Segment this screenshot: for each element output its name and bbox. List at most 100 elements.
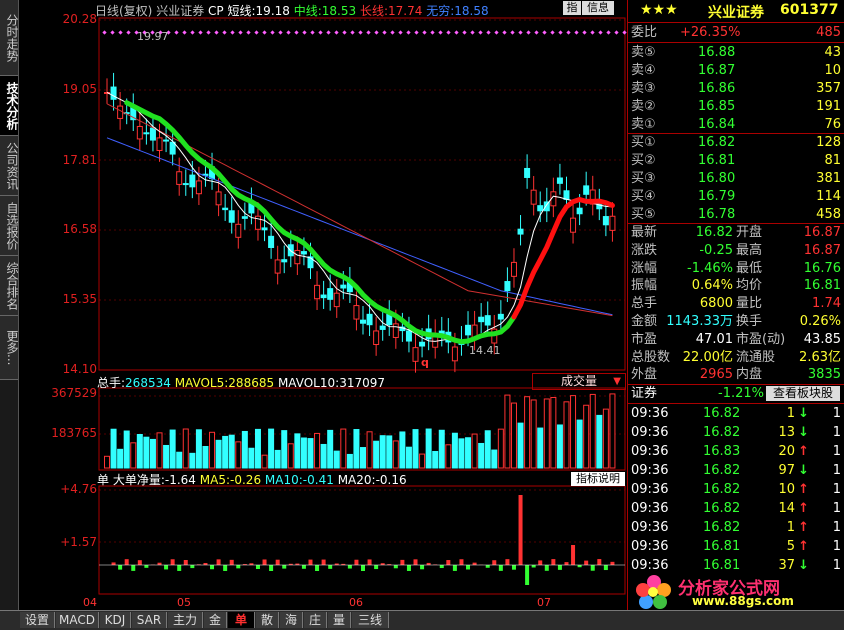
flow-bar xyxy=(558,565,562,570)
flow-bar xyxy=(315,565,319,571)
flower-logo-icon xyxy=(634,572,674,610)
volume-bar xyxy=(354,430,359,468)
buys-level-price: 16.78 xyxy=(698,206,735,224)
view-sector-stocks-button[interactable]: 查看板块股 xyxy=(766,386,840,401)
signal-dot xyxy=(534,30,538,34)
tick-volume: 5 xyxy=(787,537,795,556)
left-tab-5[interactable]: 综合排名 xyxy=(0,256,18,316)
signal-dot xyxy=(342,30,346,34)
indicator-help-button[interactable]: 指标说明 xyxy=(571,472,625,486)
chart-area[interactable]: 日线(复权) 兴业证券 CP 短线:19.18 中线:18.53 长线:17.7… xyxy=(19,0,627,610)
flow-bar xyxy=(473,563,477,565)
mid-line-value: 18.53 xyxy=(322,4,356,18)
left-tab-2[interactable]: 技术分析 xyxy=(0,76,18,136)
quote-panel: ★★★ 兴业证券 601377 委比 +26.35% 485 卖⑤ 16.88 … xyxy=(627,0,844,610)
bottom-tab-1[interactable]: 设置 xyxy=(20,612,55,628)
bottom-tab-11[interactable]: 量 xyxy=(328,612,351,628)
sector-pct: -1.21% xyxy=(718,385,764,403)
volume-bar xyxy=(538,428,543,468)
sells-level-volume: 191 xyxy=(816,98,841,116)
red-ma-line xyxy=(107,104,612,316)
bottom-tab-5[interactable]: 主力 xyxy=(168,612,203,628)
flow-bar xyxy=(446,560,450,565)
left-tab-1[interactable]: 分时走势 xyxy=(0,0,18,76)
price-axis-label: 16.58 xyxy=(19,222,97,236)
signal-dot xyxy=(526,30,530,34)
signal-dot xyxy=(590,30,594,34)
info-button[interactable]: 信息 xyxy=(582,1,614,15)
flow-bar xyxy=(492,560,496,565)
quote-row: 振幅 0.64% 均价 16.81 xyxy=(628,277,844,295)
bottom-tab-3[interactable]: KDJ xyxy=(100,612,131,628)
bottom-tab-7[interactable]: 单 xyxy=(228,612,255,628)
volume-bar xyxy=(105,456,110,468)
bottom-tab-6[interactable]: 金 xyxy=(204,612,227,628)
stock-name-label: 兴业证券 xyxy=(156,4,204,18)
signal-dot xyxy=(422,30,426,34)
candle-body xyxy=(485,316,490,325)
signal-dot xyxy=(398,30,402,34)
left-tab-3[interactable]: 公司资讯 xyxy=(0,136,18,196)
bottom-tab-8[interactable]: 散 xyxy=(256,612,279,628)
sells-level-4: 卖② 16.85 191 xyxy=(628,98,844,116)
candle-body xyxy=(374,331,379,345)
flow-bar xyxy=(584,561,588,565)
signal-dot xyxy=(246,30,250,34)
flow-bar xyxy=(348,565,352,569)
volume-bar xyxy=(557,425,562,468)
signal-dot xyxy=(190,30,194,34)
up-arrow-icon: ↑ xyxy=(798,482,809,497)
buys-level-label: 买③ xyxy=(631,170,656,188)
white-ma-line xyxy=(107,92,612,341)
flow-bar xyxy=(263,559,267,565)
volume-bar xyxy=(571,396,576,468)
flow-bar xyxy=(610,562,614,565)
total-volume-value: 268534 xyxy=(125,376,171,390)
quote-label: 外盘 xyxy=(631,366,657,384)
order-ratio-diff: 485 xyxy=(816,24,841,42)
tick-row: 09:36 16.81 5 ↑ 1 xyxy=(628,537,844,556)
tick-time: 09:36 xyxy=(631,499,668,518)
flow-bar xyxy=(591,565,595,571)
bottom-tab-9[interactable]: 海 xyxy=(280,612,303,628)
bottom-tab-2[interactable]: MACD xyxy=(56,612,99,628)
signal-dot xyxy=(470,30,474,34)
flow-bar xyxy=(112,562,116,565)
left-tab-6[interactable]: 更多... xyxy=(0,316,18,380)
price-panel-frame xyxy=(99,18,625,370)
volume-bar xyxy=(334,451,339,468)
volume-bar xyxy=(374,441,379,468)
indicator-button[interactable]: 指 xyxy=(563,1,581,15)
candle-body xyxy=(413,348,418,362)
candle-body xyxy=(295,250,300,263)
candle-body xyxy=(538,206,543,211)
bottom-tab-12[interactable]: 三线 xyxy=(352,612,389,628)
flow-bar xyxy=(420,565,424,569)
flow-bar xyxy=(217,559,221,565)
signal-dot xyxy=(430,30,434,34)
sells-level-5: 卖① 16.84 76 xyxy=(628,116,844,134)
up-arrow-icon: ↑ xyxy=(798,444,809,459)
volume-bar xyxy=(275,450,280,468)
mid-line-label: 中线: xyxy=(294,4,322,18)
signal-dot xyxy=(446,30,450,34)
volume-bar xyxy=(242,431,247,468)
buys-level-label: 买② xyxy=(631,152,656,170)
candle-body xyxy=(157,138,162,151)
volume-bar xyxy=(446,445,451,468)
volume-bar xyxy=(387,436,392,468)
bottom-tab-bar: 设置MACDKDJSAR主力金单散海庄量三线 xyxy=(0,610,844,630)
left-tab-4[interactable]: 自选报价 xyxy=(0,196,18,256)
bottom-tab-10[interactable]: 庄 xyxy=(304,612,327,628)
signal-dot xyxy=(254,30,258,34)
volume-selector[interactable]: 成交量 ▼ xyxy=(532,373,626,390)
flow-bar xyxy=(118,565,122,570)
low-price-annotation: 14.41 xyxy=(469,344,501,357)
tick-row: 09:36 16.82 10 ↑ 1 xyxy=(628,480,844,499)
month-axis-label: 05 xyxy=(177,596,191,609)
bottom-tab-4[interactable]: SAR xyxy=(132,612,167,628)
volume-bar xyxy=(361,448,366,468)
kline-chart[interactable] xyxy=(19,0,627,610)
flow-bar xyxy=(184,560,188,565)
candle-body xyxy=(361,320,366,323)
